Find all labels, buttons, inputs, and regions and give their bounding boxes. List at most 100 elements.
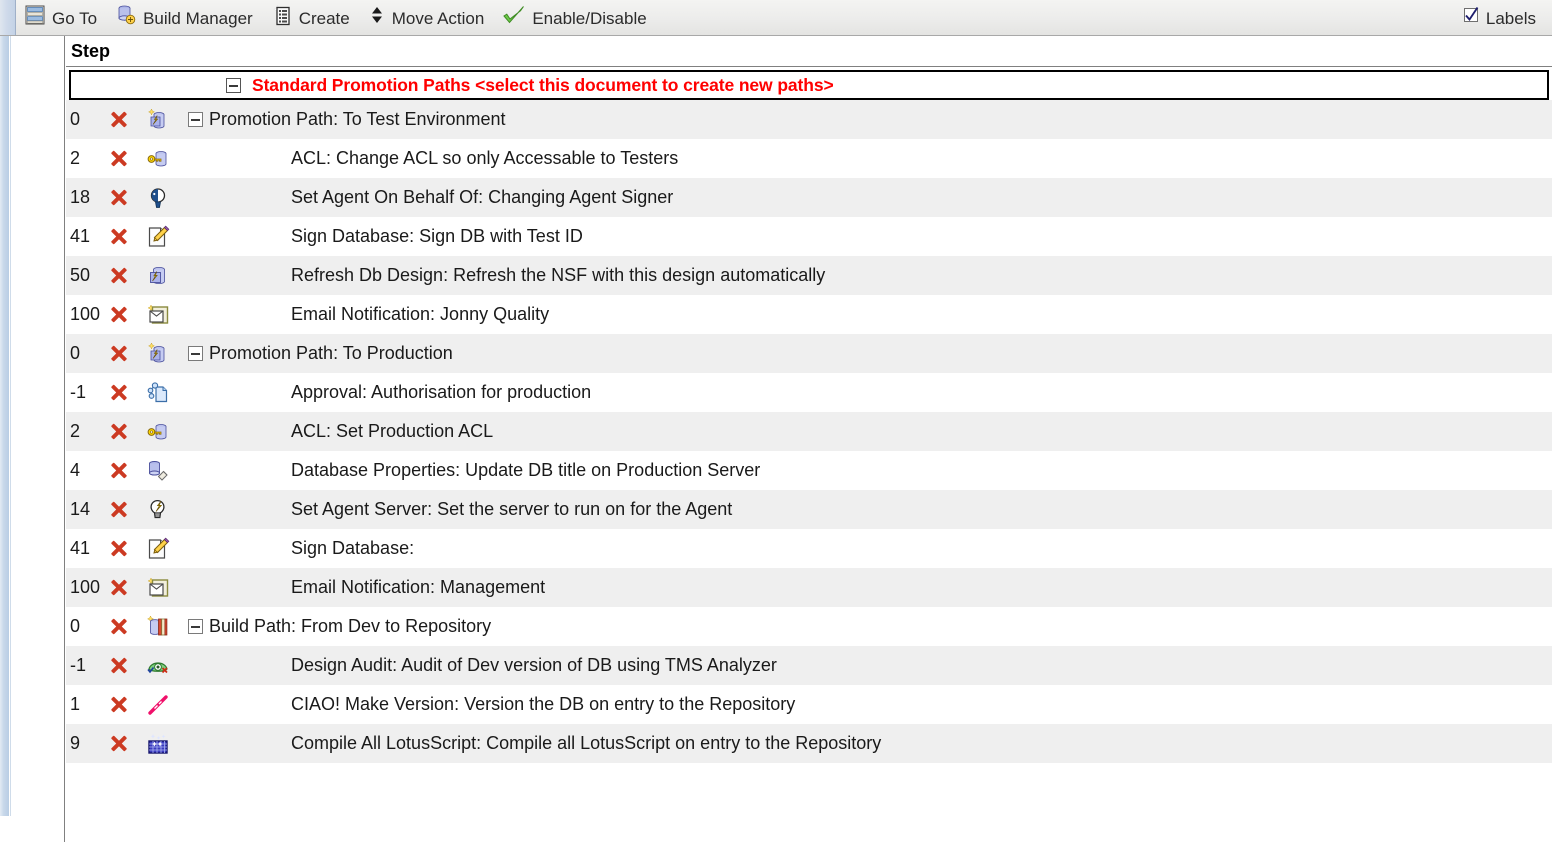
- delete-x-icon[interactable]: [110, 111, 127, 128]
- toolbar-button-enable-disable[interactable]: Enable/Disable: [494, 3, 656, 33]
- table-row[interactable]: 4 Database Properties: Update DB title o…: [66, 451, 1552, 490]
- row-title-cell[interactable]: Refresh Db Design: Refresh the NSF with …: [188, 265, 1552, 286]
- table-row[interactable]: 14 Set Agent Server: Set the server to r…: [66, 490, 1552, 529]
- row-title-cell[interactable]: ACL: Change ACL so only Accessable to Te…: [188, 148, 1552, 169]
- collapse-twisty-icon[interactable]: [226, 77, 241, 93]
- collapse-twisty-icon[interactable]: [188, 619, 203, 634]
- row-delete-cell[interactable]: [110, 462, 146, 479]
- table-row[interactable]: 2 ACL: Change ACL so only Accessable to …: [66, 139, 1552, 178]
- row-title-cell[interactable]: CIAO! Make Version: Version the DB on en…: [188, 694, 1552, 715]
- row-type-icon-cell[interactable]: [146, 225, 188, 249]
- row-title-cell[interactable]: Promotion Path: To Test Environment: [188, 109, 1552, 130]
- delete-x-icon[interactable]: [110, 306, 127, 323]
- row-title-cell[interactable]: Promotion Path: To Production: [188, 343, 1552, 364]
- row-title-cell[interactable]: Sign Database: Sign DB with Test ID: [188, 226, 1552, 247]
- delete-x-icon[interactable]: [110, 618, 127, 635]
- delete-x-icon[interactable]: [110, 423, 127, 440]
- row-title-cell[interactable]: Build Path: From Dev to Repository: [188, 616, 1552, 637]
- row-title-cell[interactable]: ACL: Set Production ACL: [188, 421, 1552, 442]
- delete-x-icon[interactable]: [110, 384, 127, 401]
- row-title-cell[interactable]: Design Audit: Audit of Dev version of DB…: [188, 655, 1552, 676]
- toolbar-button-label: Create: [298, 9, 350, 28]
- selected-document-row[interactable]: Standard Promotion Paths <select this do…: [69, 70, 1549, 100]
- row-delete-cell[interactable]: [110, 696, 146, 713]
- row-type-icon-cell[interactable]: [146, 341, 188, 366]
- row-title-cell[interactable]: Sign Database:: [188, 538, 1552, 559]
- row-delete-cell[interactable]: [110, 384, 146, 401]
- row-delete-cell[interactable]: [110, 189, 146, 206]
- row-delete-cell[interactable]: [110, 735, 146, 752]
- table-row[interactable]: 100 Email Notification: Jonny Quality: [66, 295, 1552, 334]
- row-type-icon-cell[interactable]: [146, 693, 188, 717]
- delete-x-icon[interactable]: [110, 267, 127, 284]
- table-row[interactable]: 0 Promotion Path: To Test Environment: [66, 100, 1552, 139]
- row-type-icon-cell[interactable]: [146, 147, 188, 171]
- row-type-icon-cell[interactable]: [146, 654, 188, 678]
- table-row[interactable]: 0 Promotion Path: To Production: [66, 334, 1552, 373]
- row-type-icon-cell[interactable]: [146, 537, 188, 561]
- row-delete-cell[interactable]: [110, 618, 146, 635]
- table-row[interactable]: 41 Sign Database: Sign DB with Test ID: [66, 217, 1552, 256]
- row-type-icon-cell[interactable]: [146, 614, 188, 639]
- row-delete-cell[interactable]: [110, 150, 146, 167]
- delete-x-icon[interactable]: [110, 501, 127, 518]
- row-delete-cell[interactable]: [110, 579, 146, 596]
- row-type-icon-cell[interactable]: [146, 498, 188, 522]
- row-delete-cell[interactable]: [110, 267, 146, 284]
- row-type-icon-cell[interactable]: [146, 107, 188, 132]
- row-delete-cell[interactable]: [110, 228, 146, 245]
- toolbar-toggle-labels[interactable]: Labels: [1454, 3, 1546, 33]
- delete-x-icon[interactable]: [110, 657, 127, 674]
- view-selection-gutter[interactable]: [12, 36, 65, 842]
- table-row[interactable]: 1 CIAO! Make Version: Version the DB on …: [66, 685, 1552, 724]
- row-title-cell[interactable]: Email Notification: Management: [188, 577, 1552, 598]
- table-row[interactable]: -1 Approval: Authorisation for productio…: [66, 373, 1552, 412]
- row-type-icon-cell[interactable]: [146, 303, 188, 327]
- row-type-icon-cell[interactable]: [146, 186, 188, 210]
- collapse-twisty-icon[interactable]: [188, 346, 203, 361]
- delete-x-icon[interactable]: [110, 228, 127, 245]
- row-delete-cell[interactable]: [110, 540, 146, 557]
- row-title-cell[interactable]: Compile All LotusScript: Compile all Lot…: [188, 733, 1552, 754]
- table-row[interactable]: 41 Sign Database:: [66, 529, 1552, 568]
- row-delete-cell[interactable]: [110, 306, 146, 323]
- row-title-cell[interactable]: Set Agent On Behalf Of: Changing Agent S…: [188, 187, 1552, 208]
- delete-x-icon[interactable]: [110, 735, 127, 752]
- delete-x-icon[interactable]: [110, 189, 127, 206]
- row-type-icon-cell[interactable]: [146, 576, 188, 600]
- row-type-icon-cell[interactable]: [146, 459, 188, 483]
- delete-x-icon[interactable]: [110, 462, 127, 479]
- toolbar-button-move-action[interactable]: Move Action: [360, 3, 495, 33]
- row-title-cell[interactable]: Email Notification: Jonny Quality: [188, 304, 1552, 325]
- row-delete-cell[interactable]: [110, 423, 146, 440]
- row-title-cell[interactable]: Database Properties: Update DB title on …: [188, 460, 1552, 481]
- table-row[interactable]: -1 Design Audit: Audit of Dev version of…: [66, 646, 1552, 685]
- column-header-step[interactable]: Step: [66, 41, 110, 62]
- delete-x-icon[interactable]: [110, 579, 127, 596]
- table-row[interactable]: 2 ACL: Set Production ACL: [66, 412, 1552, 451]
- row-delete-cell[interactable]: [110, 501, 146, 518]
- toolbar-button-build-manager[interactable]: Build Manager: [107, 3, 263, 33]
- row-delete-cell[interactable]: [110, 657, 146, 674]
- row-type-icon-cell[interactable]: [146, 420, 188, 444]
- delete-x-icon[interactable]: [110, 540, 127, 557]
- collapse-twisty-icon[interactable]: [188, 112, 203, 127]
- table-row[interactable]: 9 Compile All LotusScript: Compile all L…: [66, 724, 1552, 763]
- table-row[interactable]: 0 Build Path: From Dev to Repository: [66, 607, 1552, 646]
- row-step-value: 100: [70, 577, 101, 597]
- toolbar-button-create[interactable]: Create: [263, 3, 360, 33]
- table-row[interactable]: 50 Refresh Db Design: Refresh the NSF wi…: [66, 256, 1552, 295]
- row-type-icon-cell[interactable]: [146, 381, 188, 405]
- table-row[interactable]: 100 Email Notification: Management: [66, 568, 1552, 607]
- toolbar-button-go-to[interactable]: Go To: [16, 3, 107, 33]
- row-title-cell[interactable]: Approval: Authorisation for production: [188, 382, 1552, 403]
- row-delete-cell[interactable]: [110, 345, 146, 362]
- row-type-icon-cell[interactable]: [146, 732, 188, 756]
- delete-x-icon[interactable]: [110, 345, 127, 362]
- row-type-icon-cell[interactable]: [146, 264, 188, 288]
- row-delete-cell[interactable]: [110, 111, 146, 128]
- table-row[interactable]: 18 Set Agent On Behalf Of: Changing Agen…: [66, 178, 1552, 217]
- delete-x-icon[interactable]: [110, 150, 127, 167]
- delete-x-icon[interactable]: [110, 696, 127, 713]
- row-title-cell[interactable]: Set Agent Server: Set the server to run …: [188, 499, 1552, 520]
